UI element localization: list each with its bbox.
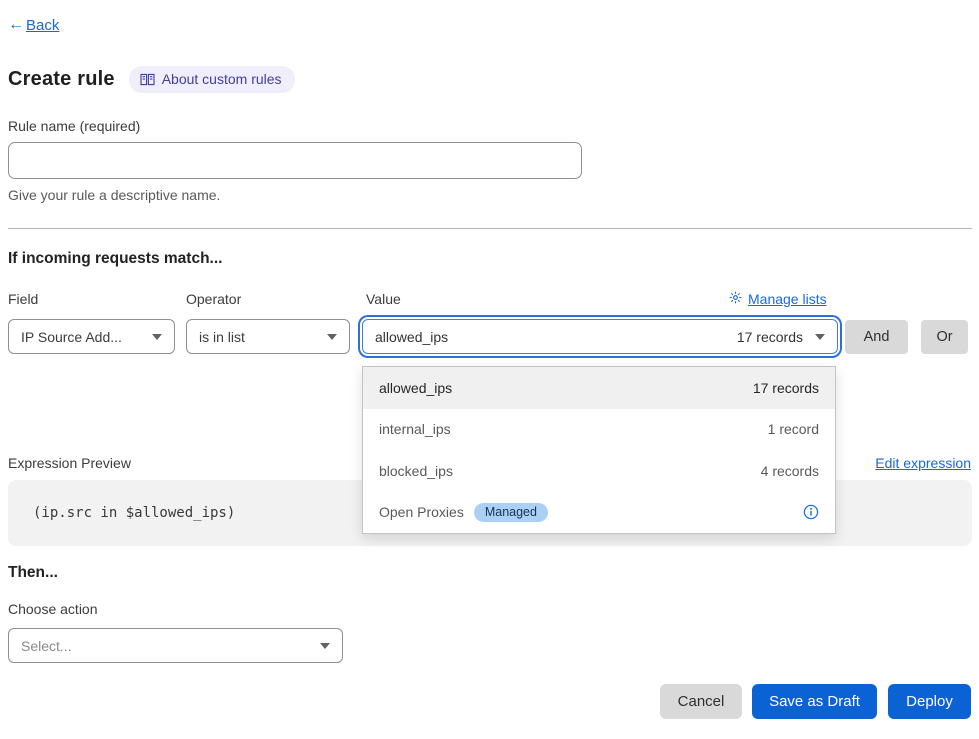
and-button[interactable]: And (845, 320, 908, 354)
info-icon[interactable] (803, 504, 819, 520)
list-item-name: allowed_ips (379, 380, 452, 396)
list-item-open-proxies[interactable]: Open Proxies Managed (363, 492, 835, 534)
title-row: Create rule About custom rules (8, 66, 295, 93)
deploy-button[interactable]: Deploy (888, 684, 971, 719)
cancel-button[interactable]: Cancel (660, 684, 742, 719)
field-select[interactable]: IP Source Add... (8, 319, 175, 354)
list-item-name: blocked_ips (379, 463, 453, 479)
about-custom-rules-label: About custom rules (162, 71, 282, 87)
rule-name-helper: Give your rule a descriptive name. (8, 187, 220, 203)
gear-icon (729, 291, 742, 307)
match-section-heading: If incoming requests match... (8, 250, 222, 268)
expression-code: (ip.src in $allowed_ips) (33, 505, 235, 521)
list-item-name: internal_ips (379, 421, 451, 437)
value-column-label: Value (366, 291, 401, 307)
edit-expression-link[interactable]: Edit expression (875, 455, 971, 471)
operator-select[interactable]: is in list (186, 319, 350, 354)
chevron-down-icon (327, 334, 337, 340)
manage-lists-link[interactable]: Manage lists (729, 291, 827, 307)
expression-preview-label: Expression Preview (8, 455, 131, 471)
list-item-internal-ips[interactable]: internal_ips 1 record (363, 409, 835, 451)
rule-name-label: Rule name (required) (8, 118, 140, 134)
or-button[interactable]: Or (921, 320, 968, 354)
value-select[interactable]: allowed_ips 17 records (362, 319, 838, 354)
book-icon (140, 73, 155, 86)
chevron-down-icon (815, 334, 825, 340)
manage-lists-label: Manage lists (748, 291, 827, 307)
back-link-label: Back (26, 17, 59, 34)
chevron-down-icon (152, 334, 162, 340)
action-select-placeholder: Select... (21, 638, 72, 654)
field-select-value: IP Source Add... (21, 329, 122, 345)
value-select-value: allowed_ips (375, 329, 448, 345)
managed-badge: Managed (474, 503, 548, 522)
action-select[interactable]: Select... (8, 628, 343, 663)
value-dropdown-menu: allowed_ips 17 records internal_ips 1 re… (362, 366, 836, 534)
field-column-label: Field (8, 291, 38, 307)
list-item-records: 17 records (753, 380, 819, 396)
list-item-records: 4 records (761, 463, 819, 479)
list-item-name: Open Proxies (379, 504, 464, 520)
back-link[interactable]: ←Back (8, 16, 59, 34)
list-item-blocked-ips[interactable]: blocked_ips 4 records (363, 450, 835, 492)
operator-select-value: is in list (199, 329, 245, 345)
about-custom-rules-link[interactable]: About custom rules (129, 66, 295, 93)
list-item-records: 1 record (768, 421, 819, 437)
choose-action-label: Choose action (8, 601, 98, 617)
then-section-heading: Then... (8, 564, 58, 582)
page-title: Create rule (8, 68, 115, 91)
value-select-records: 17 records (737, 329, 803, 345)
create-rule-page: ←Back Create rule About custom rules Rul… (0, 0, 979, 739)
chevron-down-icon (320, 643, 330, 649)
section-divider (8, 228, 972, 229)
back-arrow-icon: ← (8, 16, 24, 34)
rule-name-input[interactable] (8, 142, 582, 179)
save-as-draft-button[interactable]: Save as Draft (752, 684, 877, 719)
operator-column-label: Operator (186, 291, 241, 307)
list-item-allowed-ips[interactable]: allowed_ips 17 records (363, 367, 835, 409)
